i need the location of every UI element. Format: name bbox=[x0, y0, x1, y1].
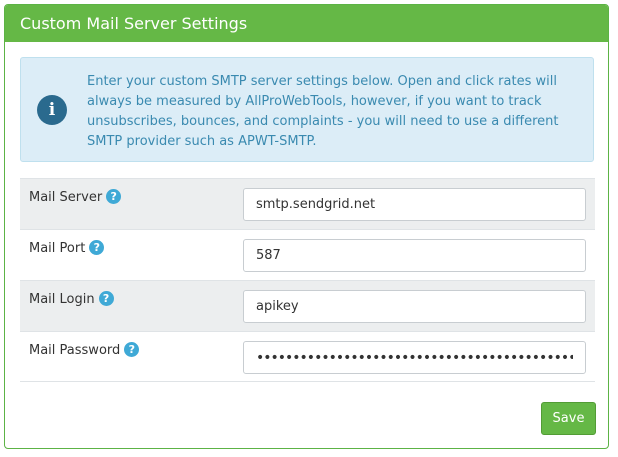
mail-password-input[interactable] bbox=[243, 341, 586, 374]
mail-settings-panel: Custom Mail Server Settings i Enter your… bbox=[4, 4, 609, 449]
help-icon[interactable]: ? bbox=[106, 189, 122, 204]
help-icon[interactable]: ? bbox=[124, 342, 140, 357]
mail-port-label: Mail Port? bbox=[29, 240, 105, 256]
mail-login-label: Mail Login? bbox=[29, 291, 114, 307]
mail-server-input[interactable] bbox=[243, 188, 586, 221]
panel-header: Custom Mail Server Settings bbox=[5, 5, 608, 42]
mail-password-label: Mail Password? bbox=[29, 342, 140, 358]
info-alert: i Enter your custom SMTP server settings… bbox=[20, 57, 594, 162]
mail-server-row: Mail Server? bbox=[20, 178, 595, 229]
mail-password-row: Mail Password? bbox=[20, 331, 595, 382]
mail-port-row: Mail Port? bbox=[20, 229, 595, 280]
panel-title: Custom Mail Server Settings bbox=[20, 14, 248, 33]
mail-login-input[interactable] bbox=[243, 290, 586, 323]
mail-server-label: Mail Server? bbox=[29, 189, 122, 205]
help-icon[interactable]: ? bbox=[98, 291, 114, 306]
info-icon: i bbox=[37, 95, 67, 125]
save-button[interactable]: Save bbox=[541, 402, 596, 435]
help-icon[interactable]: ? bbox=[89, 240, 105, 255]
mail-port-input[interactable] bbox=[243, 239, 586, 272]
info-text: Enter your custom SMTP server settings b… bbox=[87, 74, 559, 149]
mail-login-row: Mail Login? bbox=[20, 280, 595, 331]
